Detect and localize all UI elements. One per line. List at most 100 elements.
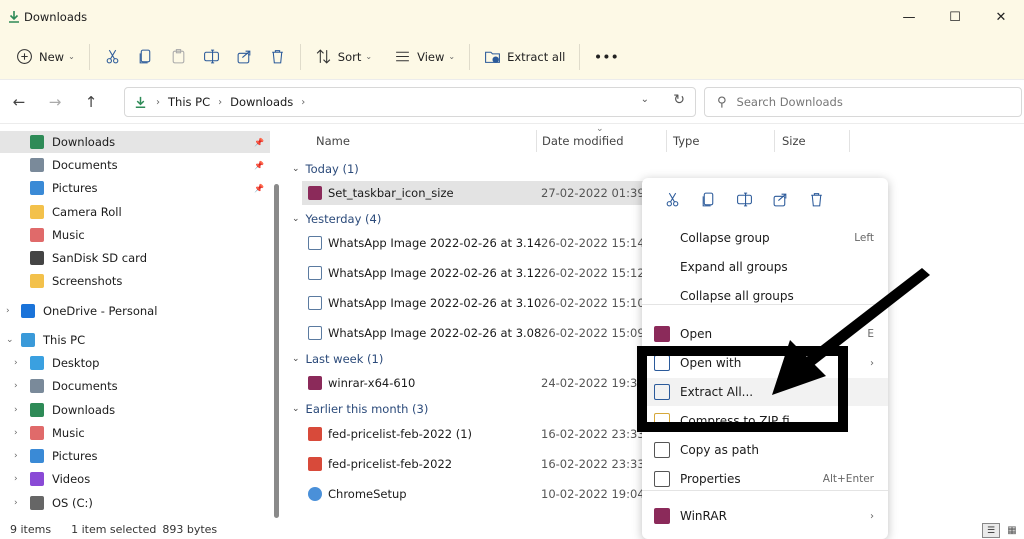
details-view-button[interactable]: ☰ <box>982 523 1000 538</box>
chevron-right-icon[interactable]: › <box>14 358 18 368</box>
chevron-right-icon[interactable]: › <box>14 428 18 438</box>
group-label: Yesterday (4) <box>305 212 382 226</box>
share-icon <box>237 50 251 64</box>
file-date: 24-02-2022 19:33 <box>541 376 645 390</box>
column-header-name[interactable]: Name <box>316 124 350 158</box>
pictures-icon <box>30 449 44 463</box>
shortcut-key: E <box>867 328 874 340</box>
view-button[interactable]: View ⌄ <box>386 41 463 73</box>
group-header[interactable]: ⌄ Today (1) <box>292 162 359 176</box>
share-button[interactable] <box>228 41 261 73</box>
download-icon <box>135 96 146 108</box>
context-menu-item[interactable]: Expand all groups <box>642 253 888 281</box>
sidebar-item[interactable]: › Desktop <box>0 352 270 374</box>
sort-chevron-icon: ⌄ <box>596 124 604 134</box>
context-menu-item[interactable]: Open E <box>642 320 888 348</box>
new-button[interactable]: New ⌄ <box>8 41 83 73</box>
sidebar-item[interactable]: ⌄ This PC <box>0 329 270 351</box>
extract-all-button[interactable]: Extract all <box>476 41 573 73</box>
context-menu-label: Properties <box>680 472 741 486</box>
context-rename-button[interactable] <box>726 191 762 208</box>
sidebar-item[interactable]: › OS (C:) <box>0 492 270 514</box>
chevron-down-icon[interactable]: ⌄ <box>6 335 14 345</box>
tiles-view-button[interactable]: ▦ <box>1004 523 1020 538</box>
window-title: Downloads <box>24 10 88 24</box>
context-cut-button[interactable] <box>654 191 690 208</box>
sidebar-item[interactable]: Downloads 📌 <box>0 131 270 153</box>
refresh-icon[interactable]: ↻ <box>673 92 685 108</box>
shortcut-key: Left <box>854 232 874 244</box>
sidebar-item[interactable]: Documents 📌 <box>0 154 270 176</box>
chevron-down-icon[interactable]: ⌄ <box>641 94 649 105</box>
context-menu-item[interactable]: Properties Alt+Enter <box>642 465 888 493</box>
sidebar-item-label: SanDisk SD card <box>52 251 147 265</box>
computer-icon <box>21 333 35 347</box>
sidebar-item[interactable]: › OneDrive - Personal <box>0 300 270 322</box>
title-bar: Downloads — ☐ ✕ <box>0 0 1024 34</box>
plus-circle-icon <box>17 49 32 64</box>
sidebar-item-label: OS (C:) <box>52 496 93 510</box>
address-bar[interactable]: › This PC › Downloads › ⌄ ↻ <box>124 87 696 117</box>
group-header[interactable]: ⌄ Yesterday (4) <box>292 212 381 226</box>
context-delete-button[interactable] <box>798 191 834 208</box>
delete-button[interactable] <box>261 41 294 73</box>
selected-size: 893 bytes <box>162 523 218 536</box>
file-name: Set_taskbar_icon_size <box>328 186 454 200</box>
chevron-down-icon: ⌄ <box>365 52 373 61</box>
sidebar-item-label: Videos <box>52 472 91 486</box>
sidebar-item[interactable]: Pictures 📌 <box>0 177 270 199</box>
column-header-date[interactable]: Date modified <box>542 124 624 158</box>
column-header-size[interactable]: Size <box>782 124 806 158</box>
navigation-pane: Downloads 📌 Documents 📌 Pictures 📌 Camera Roll… <box>0 128 286 520</box>
sidebar-item[interactable]: Screenshots <box>0 270 270 292</box>
sidebar-item-label: Music <box>52 228 85 242</box>
sidebar-item[interactable]: Camera Roll <box>0 201 270 223</box>
file-name: ChromeSetup <box>328 487 407 501</box>
context-share-button[interactable] <box>762 191 798 208</box>
sidebar-item[interactable]: › Documents <box>0 375 270 397</box>
divider <box>299 43 301 70</box>
breadcrumb-this-pc[interactable]: This PC <box>168 95 210 109</box>
chevron-right-icon[interactable]: › <box>14 381 18 391</box>
sort-button[interactable]: Sort ⌄ <box>307 41 380 73</box>
maximize-button[interactable]: ☐ <box>932 0 978 34</box>
file-name: WhatsApp Image 2022-02-26 at 3.08.43 ... <box>328 326 542 340</box>
paste-button[interactable] <box>162 41 195 73</box>
forward-button[interactable]: → <box>40 87 70 117</box>
sidebar-item[interactable]: › Downloads <box>0 399 270 421</box>
back-button[interactable]: ← <box>4 87 34 117</box>
context-menu-item[interactable]: Copy as path <box>642 436 888 464</box>
context-menu-item[interactable]: Collapse all groups <box>642 282 888 310</box>
copy-path-icon <box>654 442 670 458</box>
close-button[interactable]: ✕ <box>978 0 1024 34</box>
cut-button[interactable] <box>96 41 129 73</box>
sidebar-item-label: Pictures <box>52 449 98 463</box>
column-header-type[interactable]: Type <box>673 124 699 158</box>
sidebar-item[interactable]: SanDisk SD card <box>0 247 270 269</box>
minimize-button[interactable]: — <box>886 0 932 34</box>
rename-button[interactable] <box>195 41 228 73</box>
context-menu-item[interactable]: Collapse group Left <box>642 224 888 252</box>
sidebar-scrollbar[interactable] <box>274 184 279 518</box>
file-date: 27-02-2022 01:39 <box>541 186 645 200</box>
breadcrumb-downloads[interactable]: Downloads <box>230 95 293 109</box>
chevron-right-icon[interactable]: › <box>14 498 18 508</box>
search-input[interactable]: ⚲ Search Downloads <box>704 87 1022 117</box>
chevron-right-icon[interactable]: › <box>14 405 18 415</box>
file-name: winrar-x64-610 <box>328 376 416 390</box>
sidebar-item[interactable]: › Videos <box>0 468 270 490</box>
more-options-button[interactable]: ••• <box>586 41 627 73</box>
chevron-right-icon[interactable]: › <box>6 306 10 316</box>
sidebar-item[interactable]: › Music <box>0 422 270 444</box>
sidebar-item[interactable]: › Pictures <box>0 445 270 467</box>
group-header[interactable]: ⌄ Last week (1) <box>292 352 383 366</box>
chevron-right-icon[interactable]: › <box>14 451 18 461</box>
sidebar-item-label: Pictures <box>52 181 98 195</box>
drive-icon <box>30 496 44 510</box>
chevron-right-icon[interactable]: › <box>14 474 18 484</box>
context-copy-button[interactable] <box>690 191 726 208</box>
group-header[interactable]: ⌄ Earlier this month (3) <box>292 402 428 416</box>
sidebar-item[interactable]: Music <box>0 224 270 246</box>
up-button[interactable]: ↑ <box>76 87 106 117</box>
copy-button[interactable] <box>129 41 162 73</box>
